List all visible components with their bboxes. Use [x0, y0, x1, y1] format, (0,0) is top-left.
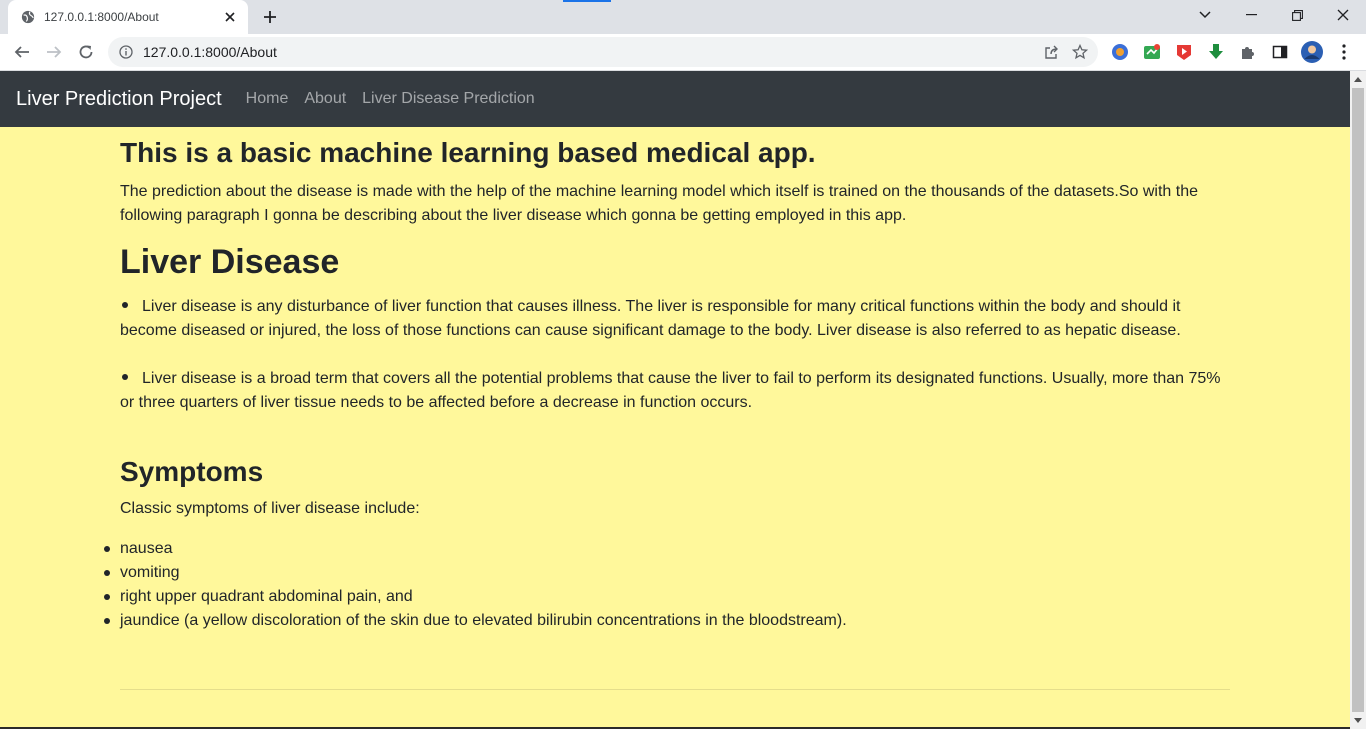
browser-toolbar: 127.0.0.1:8000/About — [0, 34, 1366, 71]
scroll-down-arrow-icon[interactable] — [1350, 713, 1366, 729]
share-icon[interactable] — [1038, 38, 1066, 66]
symptoms-heading: Symptoms — [120, 456, 264, 487]
tab-activity-indicator — [563, 0, 611, 2]
nav-link-about[interactable]: About — [304, 90, 346, 108]
tab-strip: 127.0.0.1:8000/About — [0, 0, 1366, 34]
nav-link-liver-disease-prediction[interactable]: Liver Disease Prediction — [362, 90, 535, 108]
menu-kebab-icon[interactable] — [1332, 40, 1356, 64]
list-item: right upper quadrant abdominal pain, and — [104, 585, 1230, 609]
nav-link-home[interactable]: Home — [246, 90, 289, 108]
extension-icon[interactable] — [1172, 40, 1196, 64]
side-panel-icon[interactable] — [1268, 40, 1292, 64]
close-tab-icon[interactable] — [222, 9, 238, 25]
globe-icon — [20, 9, 36, 25]
intro-paragraph: The prediction about the disease is made… — [120, 183, 1198, 224]
close-window-button[interactable] — [1320, 0, 1366, 30]
url-text[interactable]: 127.0.0.1:8000/About — [143, 44, 1038, 60]
symptoms-list: nausea vomiting right upper quadrant abd… — [104, 537, 1230, 633]
disease-point: Liver disease is a broad term that cover… — [120, 367, 1230, 415]
vertical-scrollbar[interactable] — [1350, 71, 1366, 729]
disease-point: Liver disease is any disturbance of live… — [120, 295, 1230, 343]
site-info-icon[interactable] — [118, 44, 134, 60]
extensions-puzzle-icon[interactable] — [1236, 40, 1260, 64]
bullet-icon — [122, 302, 128, 309]
tab-search-icon[interactable] — [1182, 0, 1228, 30]
extension-icon[interactable] — [1140, 40, 1164, 64]
forward-button[interactable] — [40, 38, 68, 66]
disease-point-text: Liver disease is any disturbance of live… — [120, 298, 1181, 339]
extension-icon[interactable] — [1108, 40, 1132, 64]
bookmark-star-icon[interactable] — [1066, 38, 1094, 66]
reload-button[interactable] — [72, 38, 100, 66]
symptoms-intro: Classic symptoms of liver disease includ… — [120, 500, 420, 517]
navbar-brand[interactable]: Liver Prediction Project — [16, 88, 222, 111]
tab-title: 127.0.0.1:8000/About — [44, 10, 159, 24]
back-button[interactable] — [8, 38, 36, 66]
divider — [120, 689, 1230, 690]
minimize-button[interactable] — [1228, 0, 1274, 30]
list-item: jaundice (a yellow discoloration of the … — [104, 609, 1230, 633]
scrollbar-thumb[interactable] — [1352, 88, 1364, 712]
download-icon[interactable] — [1204, 40, 1228, 64]
intro-heading: This is a basic machine learning based m… — [120, 137, 816, 168]
browser-tab[interactable]: 127.0.0.1:8000/About — [8, 0, 248, 34]
profile-avatar[interactable] — [1300, 40, 1324, 64]
new-tab-button[interactable] — [258, 5, 282, 29]
disease-point-text: Liver disease is a broad term that cover… — [120, 370, 1221, 411]
site-navbar: Liver Prediction Project Home About Live… — [0, 71, 1350, 127]
list-item: nausea — [104, 537, 1230, 561]
bullet-icon — [122, 374, 128, 381]
page-viewport: Liver Prediction Project Home About Live… — [0, 71, 1350, 729]
scroll-up-arrow-icon[interactable] — [1350, 71, 1366, 87]
address-bar[interactable]: 127.0.0.1:8000/About — [108, 37, 1098, 67]
restore-button[interactable] — [1274, 0, 1320, 30]
list-item: vomiting — [104, 561, 1230, 585]
liver-disease-heading: Liver Disease — [120, 243, 340, 281]
